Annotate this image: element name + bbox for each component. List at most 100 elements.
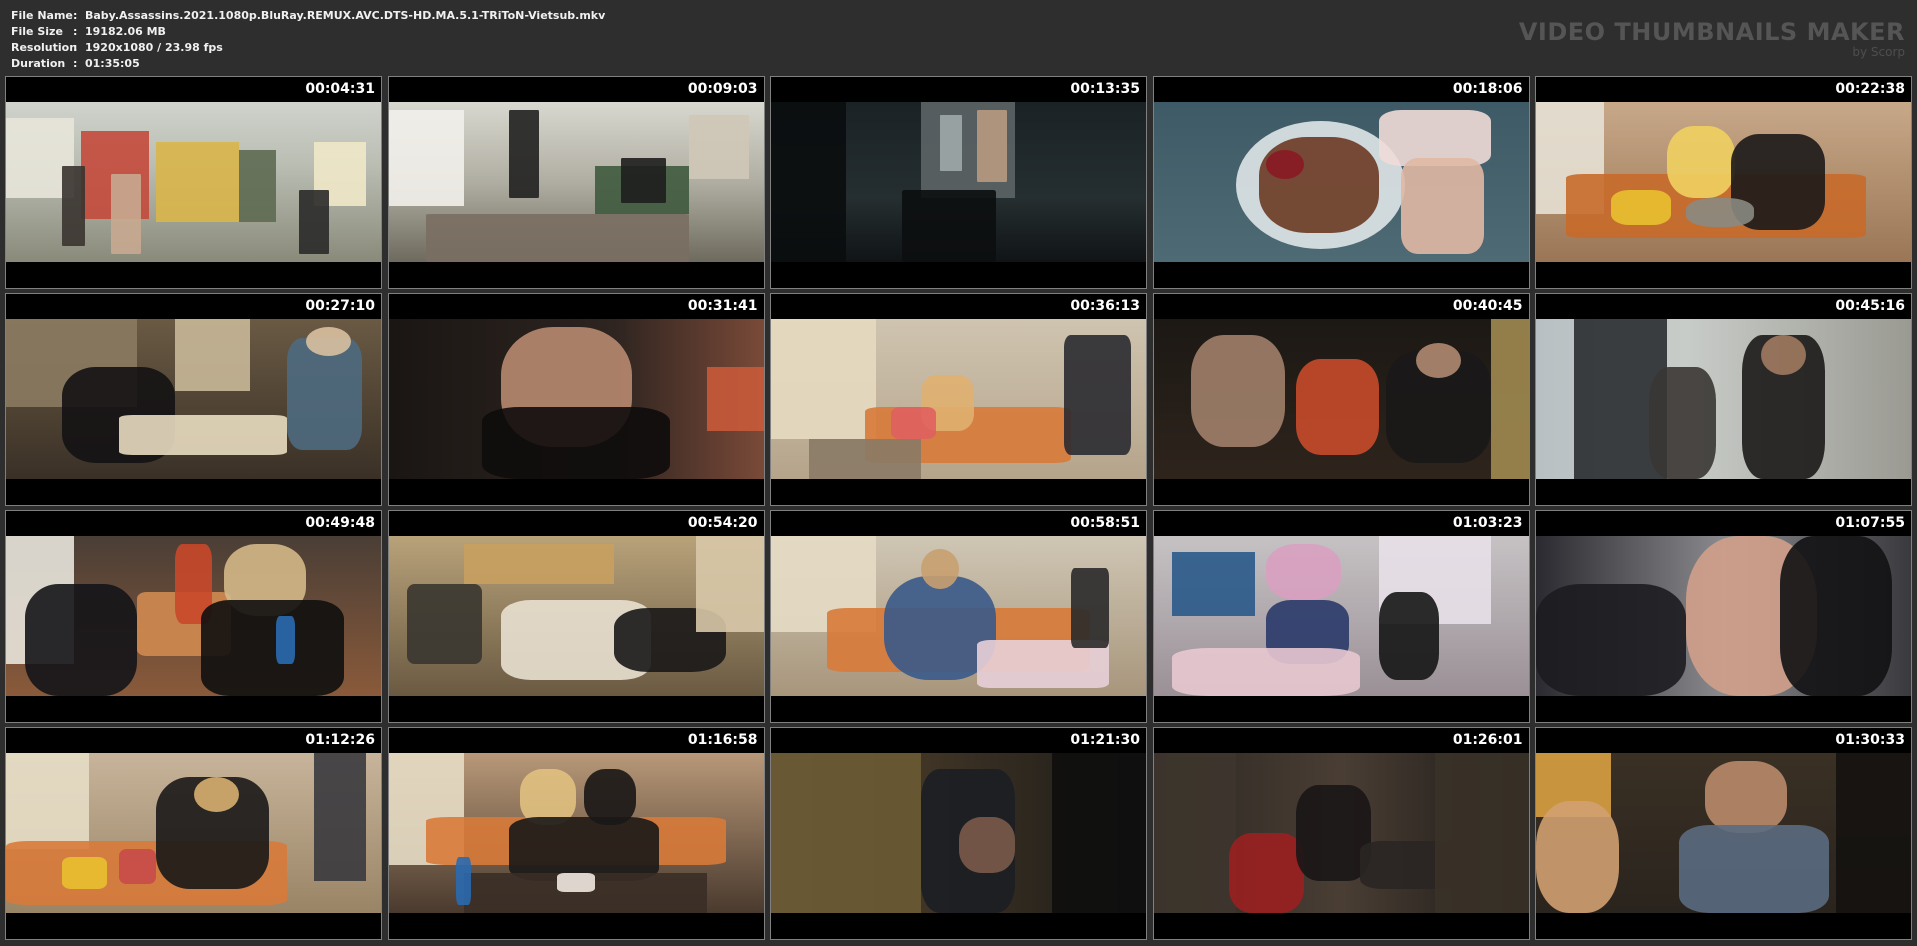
frame-shape [958,817,1015,873]
thumbnail-timestamp: 01:12:26 [305,732,375,748]
thumbnail-frame-image [388,319,764,479]
frame-shape [118,415,288,455]
thumbnail-frame-image [771,102,1146,262]
thumbnail-tile: 00:27:10 [5,293,382,506]
frame-shape [1191,335,1285,447]
thumbnail-frame-image [388,102,764,262]
frame-shape [508,817,659,881]
frame-shape [1401,158,1484,254]
thumbnail-tile: 01:21:30 [770,727,1147,940]
frame-shape [426,214,689,262]
thumbnail-frame-image [6,319,381,479]
frame-shape [1667,126,1735,198]
frame-shape [771,102,846,262]
resolution-label: Resolution [11,41,78,54]
thumbnail-timestamp: 00:09:03 [687,81,758,97]
frame-shape [238,150,276,222]
frame-shape [156,142,239,222]
thumbnail-timestamp: 00:27:10 [305,298,375,314]
frame-shape [891,407,936,439]
frame-shape [1536,801,1619,913]
thumbnail-tile: 00:40:45 [1152,293,1530,506]
frame-shape [771,753,921,913]
frame-shape [508,110,539,198]
thumbnail-frame-image [771,753,1146,913]
frame-shape [463,544,614,584]
resolution-value: 1920x1080 / 23.98 fps [85,41,223,54]
thumbnail-tile: 01:07:55 [1535,510,1912,723]
thumbnail-frame-image [1536,753,1911,913]
thumbnail-grid: 00:04:31 00:09:03 00:13:35 00:18:06 00:22:38… [5,76,1912,941]
thumbnail-tile: 00:09:03 [387,76,765,289]
thumbnail-tile: 01:30:33 [1535,727,1912,940]
thumbnail-tile: 00:58:51 [770,510,1147,723]
thumbnail-frame-image [1153,753,1529,913]
thumbnail-timestamp: 00:18:06 [1452,81,1523,97]
frame-shape [1686,198,1754,227]
file-name-value: Baby.Assassins.2021.1080p.BluRay.REMUX.A… [85,9,606,22]
frame-shape [1228,833,1304,913]
frame-shape [1266,544,1341,600]
thumbnail-tile: 00:54:20 [387,510,765,723]
frame-shape [1434,753,1529,913]
thumbnail-timestamp: 01:16:58 [687,732,758,748]
frame-shape [1266,150,1304,179]
frame-shape [1071,568,1109,648]
thumbnail-tile: 00:31:41 [387,293,765,506]
thumbnail-timestamp: 01:30:33 [1835,732,1905,748]
thumbnail-frame-image [6,102,381,262]
frame-shape [771,319,876,439]
thumbnail-tile: 01:16:58 [387,727,765,940]
thumbnail-timestamp: 01:07:55 [1835,515,1905,531]
frame-shape [1296,359,1379,455]
file-name-row: File Name : Baby.Assassins.2021.1080p.Bl… [11,8,605,24]
frame-shape [621,158,666,203]
thumbnail-tile: 00:45:16 [1535,293,1912,506]
resolution-separator: : [73,41,78,54]
frame-shape [707,367,764,431]
frame-shape [276,616,295,664]
frame-shape [1779,536,1893,696]
thumbnail-tile: 00:36:13 [770,293,1147,506]
thumbnail-tile: 00:18:06 [1152,76,1530,289]
frame-shape [482,407,670,479]
frame-shape [62,166,85,246]
brand-subtitle: by Scorp [1852,45,1905,59]
file-name-separator: : [73,9,78,22]
resolution-row: Resolution : 1920x1080 / 23.98 fps [11,40,605,56]
thumbnail-timestamp: 00:54:20 [687,515,758,531]
thumbnail-tile: 00:49:48 [5,510,382,723]
file-size-value: 19182.06 MB [85,25,166,38]
file-size-label: File Size [11,25,63,38]
frame-shape [24,584,138,696]
frame-shape [306,327,351,356]
frame-shape [902,190,996,262]
frame-shape [1378,592,1439,680]
frame-shape [1761,335,1806,375]
thumbnail-timestamp: 00:45:16 [1835,298,1905,314]
frame-shape [456,857,471,905]
frame-shape [6,753,89,849]
thumbnail-frame-image [771,536,1146,696]
thumbnail-frame-image [1153,319,1529,479]
frame-shape [1172,648,1360,696]
thumbnail-frame-image [1153,102,1529,262]
thumbnail-tile: 01:12:26 [5,727,382,940]
thumbnail-timestamp: 00:22:38 [1835,81,1905,97]
frame-shape [118,849,156,885]
thumbnail-timestamp: 01:21:30 [1070,732,1140,748]
frame-shape [174,319,250,391]
thumbnail-timestamp: 00:58:51 [1070,515,1140,531]
file-info-panel: File Name : Baby.Assassins.2021.1080p.Bl… [11,8,605,72]
thumbnail-tile: 00:04:31 [5,76,382,289]
frame-shape [1704,761,1788,833]
frame-shape [1678,825,1829,913]
thumbnail-timestamp: 00:13:35 [1070,81,1140,97]
duration-row: Duration : 01:35:05 [11,56,605,72]
frame-shape [688,114,749,179]
thumbnail-frame-image [1153,536,1529,696]
frame-shape [313,753,366,881]
frame-shape [111,174,141,254]
frame-shape [193,777,239,813]
frame-shape [977,110,1008,182]
